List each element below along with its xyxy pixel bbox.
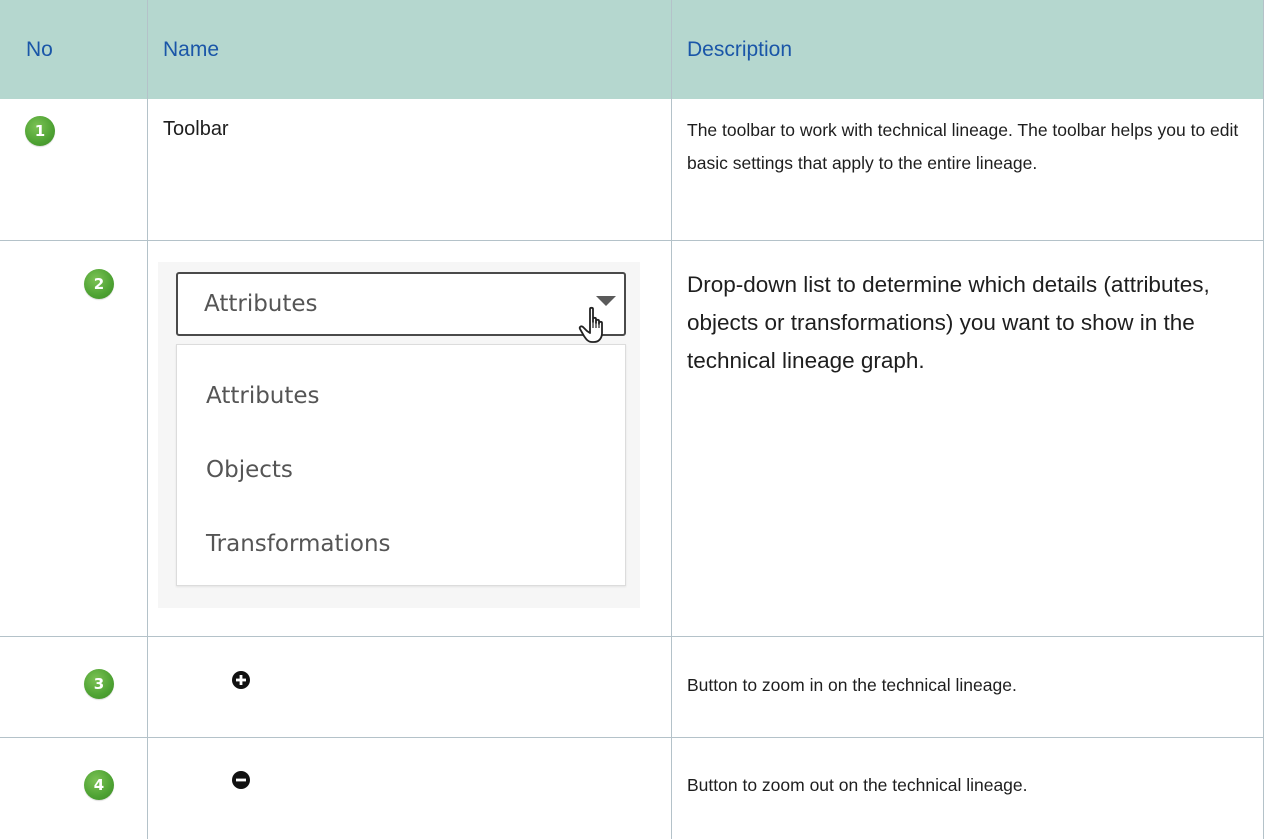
plus-circle-icon[interactable] [232,671,250,689]
dropdown-option[interactable]: Attributes [206,383,320,409]
dropdown-selected-value: Attributes [204,291,318,317]
row-divider [0,636,1264,637]
row-divider [0,240,1264,241]
header-description: Description [687,37,793,61]
row-description: The toolbar to work with technical linea… [687,120,1239,173]
dropdown-option[interactable]: Transformations [206,531,391,557]
row-name: Toolbar [163,118,229,140]
column-divider [147,0,148,839]
hand-pointer-icon [578,306,603,343]
step-number-badge: 2 [84,269,114,299]
feature-table: No Name Description 1 Toolbar The toolba… [0,0,1264,839]
row-divider [0,737,1264,738]
column-divider [671,0,672,839]
caret-down-icon [596,296,616,306]
minus-circle-icon[interactable] [232,771,250,789]
step-number-badge: 1 [25,116,55,146]
step-number-badge: 4 [84,770,114,800]
step-number-badge: 3 [84,669,114,699]
row-description: Drop-down list to determine which detail… [687,272,1210,373]
details-dropdown[interactable]: Attributes [176,272,626,336]
header-name: Name [163,37,220,61]
dropdown-option[interactable]: Objects [206,457,293,483]
header-no: No [26,37,53,61]
row-description: Button to zoom out on the technical line… [687,775,1028,795]
row-description: Button to zoom in on the technical linea… [687,675,1017,695]
dropdown-menu: Attributes Objects Transformations [176,344,626,586]
